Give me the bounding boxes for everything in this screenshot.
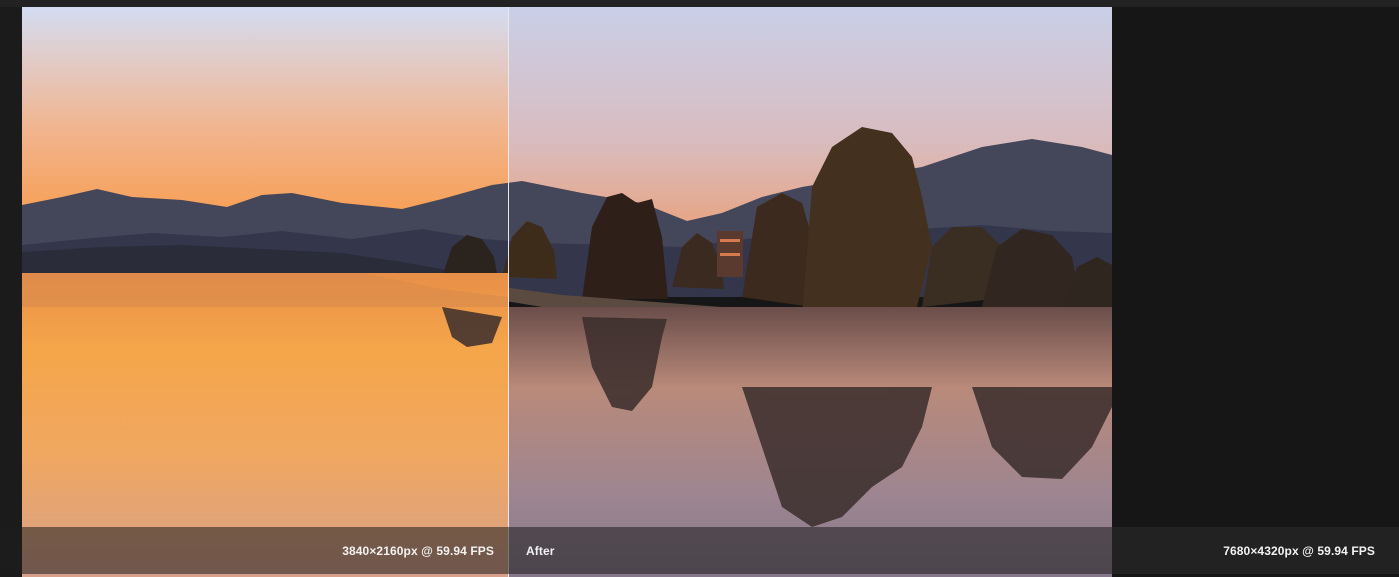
top-strip: [0, 0, 1399, 7]
after-resolution-label: 7680×4320px @ 59.94 FPS: [1223, 544, 1375, 558]
right-empty-panel: [1112, 7, 1399, 527]
compare-split-handle[interactable]: [508, 7, 509, 577]
before-resolution-label: 3840×2160px @ 59.94 FPS: [342, 544, 494, 558]
image-comparison-viewport[interactable]: [22, 7, 1112, 577]
comparison-viewer-app: 3840×2160px @ 59.94 FPS After 7680×4320p…: [0, 0, 1399, 577]
after-label: After: [526, 544, 555, 558]
landscape-image: [22, 7, 1112, 577]
left-gutter: [0, 7, 22, 577]
